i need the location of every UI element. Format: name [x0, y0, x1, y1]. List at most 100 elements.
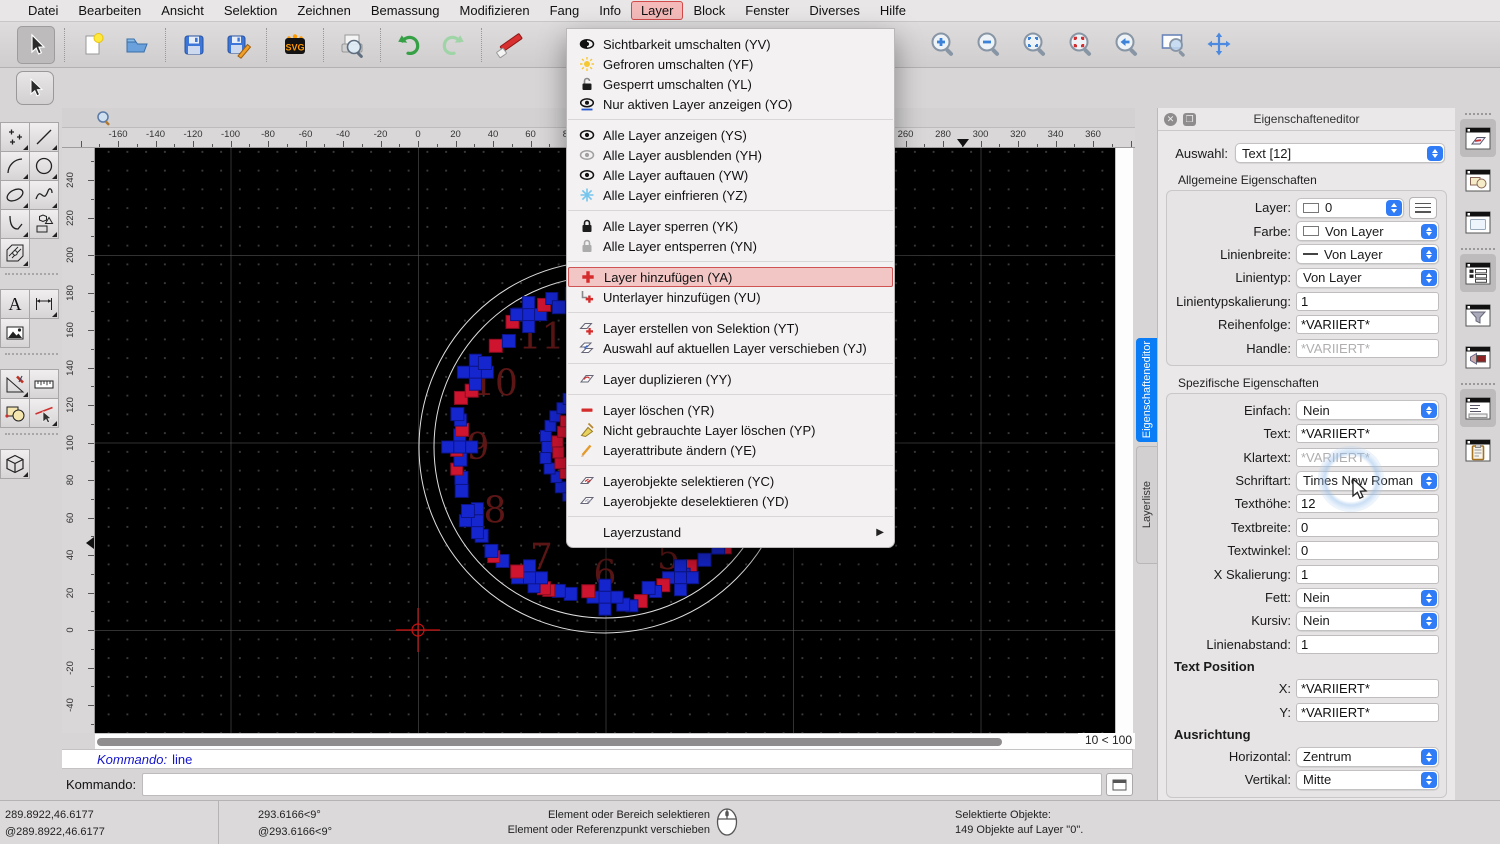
- fett-dropdown[interactable]: Nein: [1296, 588, 1439, 608]
- y-field[interactable]: [1296, 703, 1439, 722]
- textwinkel-field[interactable]: [1296, 541, 1439, 560]
- layer-menu-button[interactable]: [1409, 197, 1437, 219]
- save-file-button[interactable]: [175, 26, 213, 64]
- menu-bearbeiten[interactable]: Bearbeiten: [68, 1, 151, 20]
- menu-modifizieren[interactable]: Modifizieren: [450, 1, 540, 20]
- save-as-file-button[interactable]: [219, 26, 257, 64]
- menu-zeichnen[interactable]: Zeichnen: [287, 1, 360, 20]
- scrollbar-thumb[interactable]: [97, 738, 1002, 746]
- farbe-dropdown[interactable]: Von Layer: [1296, 221, 1439, 241]
- hatch-tool[interactable]: [0, 238, 30, 268]
- menu-datei[interactable]: Datei: [18, 1, 68, 20]
- menu-item-nicht-gebrauchte-layer-löschen-yp[interactable]: Nicht gebrauchte Layer löschen (YP): [567, 420, 894, 440]
- print-preview-button[interactable]: [333, 26, 371, 64]
- select-tool-button[interactable]: [17, 26, 55, 64]
- menu-item-alle-layer-sperren-yk[interactable]: Alle Layer sperren (YK): [567, 216, 894, 236]
- kursiv-dropdown[interactable]: Nein: [1296, 611, 1439, 631]
- line-tool[interactable]: [29, 122, 59, 152]
- menu-item-layerobjekte-deselektieren-yd[interactable]: Layerobjekte deselektieren (YD): [567, 491, 894, 511]
- command-options-button[interactable]: [1106, 773, 1133, 796]
- undo-button[interactable]: [390, 26, 428, 64]
- menu-item-layerobjekte-selektieren-yc[interactable]: Layerobjekte selektieren (YC): [567, 471, 894, 491]
- menu-ansicht[interactable]: Ansicht: [151, 1, 214, 20]
- horizontal-dropdown[interactable]: Zentrum: [1296, 747, 1439, 767]
- linienbreite-dropdown[interactable]: Von Layer: [1296, 244, 1439, 264]
- text-tool[interactable]: A: [0, 289, 30, 319]
- menu-bemassung[interactable]: Bemassung: [361, 1, 450, 20]
- horizontal-scrollbar[interactable]: [95, 733, 1078, 749]
- menu-item-layer-erstellen-von-selektion-yt[interactable]: Layer erstellen von Selektion (YT): [567, 318, 894, 338]
- pan-button[interactable]: [1200, 25, 1238, 63]
- snap-tool[interactable]: [29, 398, 59, 428]
- menu-item-alle-layer-einfrieren-yz[interactable]: Alle Layer einfrieren (YZ): [567, 185, 894, 205]
- ellipse-tool[interactable]: [0, 180, 30, 210]
- solid-tool[interactable]: [0, 449, 30, 479]
- menu-item-layer-duplizieren-yy[interactable]: Layer duplizieren (YY): [567, 369, 894, 389]
- selection-filter-dock-button[interactable]: [1460, 296, 1496, 334]
- menu-item-sichtbarkeit-umschalten-yv[interactable]: Sichtbarkeit umschalten (YV): [567, 34, 894, 54]
- measure-tool[interactable]: [29, 369, 59, 399]
- zoom-in-button[interactable]: [924, 25, 962, 63]
- menu-item-alle-layer-entsperren-yn[interactable]: Alle Layer entsperren (YN): [567, 236, 894, 256]
- menu-item-gefroren-umschalten-yf[interactable]: Gefroren umschalten (YF): [567, 54, 894, 74]
- menu-item-alle-layer-ausblenden-yh[interactable]: Alle Layer ausblenden (YH): [567, 145, 894, 165]
- command-input[interactable]: [142, 773, 1102, 796]
- zoom-out-button[interactable]: [970, 25, 1008, 63]
- block-list-dock-button[interactable]: [1460, 161, 1496, 199]
- menu-block[interactable]: Block: [683, 1, 735, 20]
- linientyp-dropdown[interactable]: Von Layer: [1296, 268, 1439, 288]
- float-icon[interactable]: ❐: [1183, 113, 1196, 126]
- points-tool[interactable]: [0, 122, 30, 152]
- linienabstand-field[interactable]: [1296, 635, 1439, 654]
- property-editor-dock-button[interactable]: [1460, 254, 1496, 292]
- dimension-tool[interactable]: [29, 289, 59, 319]
- arc-tool[interactable]: [0, 151, 30, 181]
- layer-list-dock-button[interactable]: [1460, 119, 1496, 157]
- modify-info-tool[interactable]: [0, 369, 30, 399]
- shapes-tool[interactable]: [29, 209, 59, 239]
- zoom-auto-button[interactable]: [1016, 25, 1054, 63]
- menu-hilfe[interactable]: Hilfe: [870, 1, 916, 20]
- redo-button[interactable]: [434, 26, 472, 64]
- selection-dropdown[interactable]: Text [12]: [1235, 143, 1445, 163]
- textbreite-field[interactable]: [1296, 518, 1439, 537]
- zoom-window-button[interactable]: [1154, 25, 1192, 63]
- menu-item-unterlayer-hinzufügen-yu[interactable]: Unterlayer hinzufügen (YU): [567, 287, 894, 307]
- circle-tool[interactable]: [29, 151, 59, 181]
- menu-item-auswahl-auf-aktuellen-layer-verschieben-yj[interactable]: Auswahl auf aktuellen Layer verschieben …: [567, 338, 894, 358]
- menu-fenster[interactable]: Fenster: [735, 1, 799, 20]
- open-file-button[interactable]: [118, 26, 156, 64]
- reihenfolge-field[interactable]: [1296, 315, 1439, 334]
- menu-item-layerattribute-ändern-ye[interactable]: Layerattribute ändern (YE): [567, 440, 894, 460]
- layer-dropdown[interactable]: 0: [1296, 198, 1404, 218]
- menu-item-gesperrt-umschalten-yl[interactable]: Gesperrt umschalten (YL): [567, 74, 894, 94]
- svg-export-button[interactable]: SVG: [276, 26, 314, 64]
- handle-field[interactable]: [1296, 339, 1439, 358]
- menu-layer[interactable]: Layer: [631, 1, 684, 20]
- menu-diverses[interactable]: Diverses: [799, 1, 870, 20]
- menu-item-layer-hinzufügen-ya[interactable]: Layer hinzufügen (YA): [568, 267, 893, 287]
- zoom-selection-button[interactable]: [1062, 25, 1100, 63]
- selection-tool-button[interactable]: [16, 71, 54, 105]
- einfach-dropdown[interactable]: Nein: [1296, 400, 1439, 420]
- clipboard-dock-button[interactable]: [1460, 431, 1496, 469]
- menu-item-alle-layer-anzeigen-ys[interactable]: Alle Layer anzeigen (YS): [567, 125, 894, 145]
- block-edit-tool[interactable]: [0, 398, 30, 428]
- measurement-dock-button[interactable]: [1460, 338, 1496, 376]
- text-field[interactable]: [1296, 424, 1439, 443]
- linientypskalierung-field[interactable]: [1296, 292, 1439, 311]
- tab-layer-list[interactable]: Layerliste: [1136, 446, 1157, 564]
- menu-item-alle-layer-auftauen-yw[interactable]: Alle Layer auftauen (YW): [567, 165, 894, 185]
- tab-property-editor[interactable]: Eigenschafteneditor: [1136, 338, 1157, 442]
- view-windows-dock-button[interactable]: [1460, 203, 1496, 241]
- image-tool[interactable]: [0, 318, 30, 348]
- new-file-button[interactable]: [74, 26, 112, 64]
- vertical-scrollbar[interactable]: [1115, 148, 1133, 733]
- zoom-previous-button[interactable]: [1108, 25, 1146, 63]
- menu-selektion[interactable]: Selektion: [214, 1, 287, 20]
- menu-item-layer-löschen-yr[interactable]: Layer löschen (YR): [567, 400, 894, 420]
- delete-eraser-button[interactable]: [491, 26, 529, 64]
- close-icon[interactable]: ✕: [1164, 113, 1177, 126]
- x-skalierung-field[interactable]: [1296, 565, 1439, 584]
- menu-item-layerzustand[interactable]: Layerzustand▶: [567, 522, 894, 542]
